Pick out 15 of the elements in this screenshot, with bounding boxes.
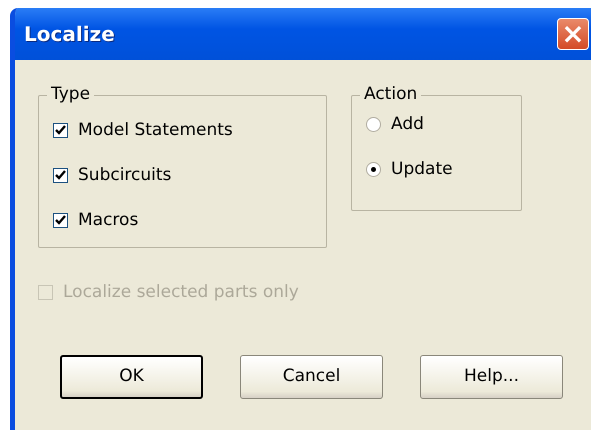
checkbox-label[interactable]: Subcircuits xyxy=(78,162,172,188)
checkbox-label: Localize selected parts only xyxy=(63,280,299,304)
radio-label[interactable]: Update xyxy=(391,156,453,182)
radio-button[interactable] xyxy=(366,162,381,177)
dialog-button[interactable]: OK xyxy=(60,355,203,399)
checkbox[interactable] xyxy=(53,213,68,228)
checkbox-label[interactable]: Model Statements xyxy=(78,118,233,144)
radio-label[interactable]: Add xyxy=(391,112,424,138)
checkbox[interactable] xyxy=(53,123,68,138)
checkbox-label[interactable]: Macros xyxy=(78,208,138,234)
window-title: Localize xyxy=(24,21,115,48)
radio-button[interactable] xyxy=(366,117,381,132)
dialog-button[interactable]: Cancel xyxy=(240,355,383,399)
checkbox[interactable] xyxy=(53,168,68,183)
dialog-button[interactable]: Help... xyxy=(420,355,563,399)
